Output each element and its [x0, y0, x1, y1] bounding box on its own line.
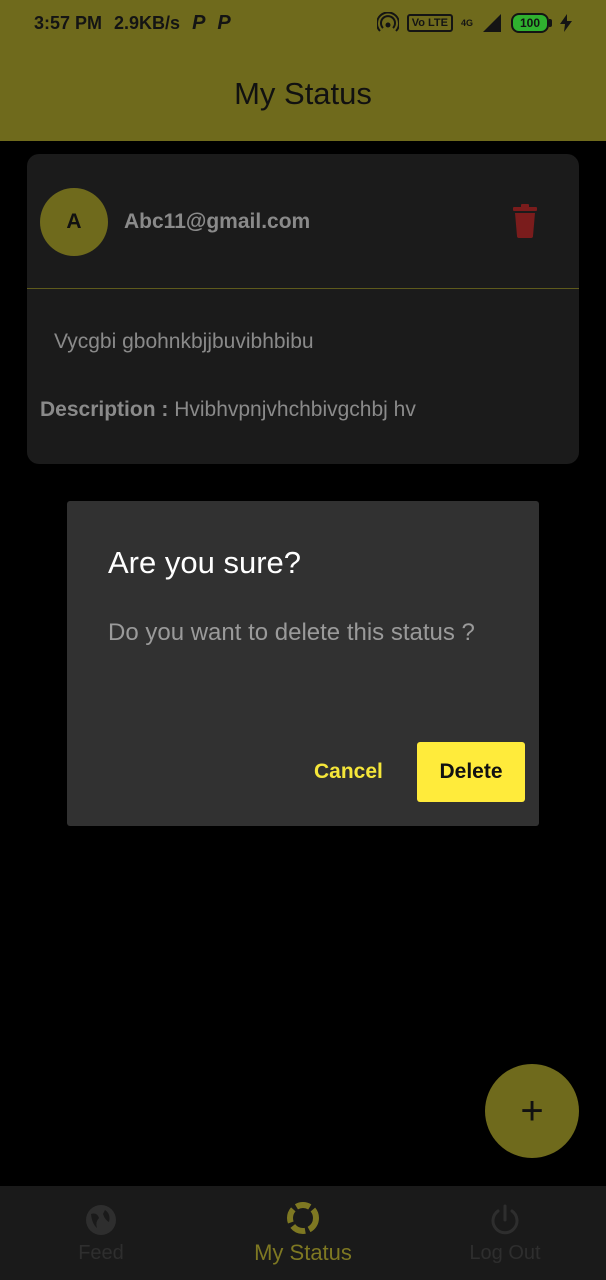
charging-icon [560, 14, 572, 32]
nav-label-feed: Feed [78, 1241, 124, 1264]
page-title: My Status [234, 75, 372, 111]
signal-icon [483, 14, 501, 32]
status-text: Vycgbi gbohnkbjjbuvibhbibu [54, 330, 314, 353]
dialog-message: Do you want to delete this status ? [108, 619, 475, 646]
nav-label-log-out: Log Out [469, 1241, 541, 1264]
battery-level: 100 [511, 13, 549, 33]
nav-label-my-status: My Status [254, 1240, 352, 1265]
volte-badge: Vo LTE [406, 14, 453, 32]
plus-icon: + [520, 1088, 544, 1133]
trash-icon[interactable] [511, 204, 539, 238]
hotspot-icon [376, 12, 399, 32]
screen: 3:57 PM 2.9KB/s P P Vo LTE 4G 100 My Sta… [0, 0, 606, 1280]
status-card: A Abc11@gmail.com Vycgbi gbohnkbjjbuvibh… [27, 154, 579, 464]
network-type: 4G [460, 18, 473, 28]
p-notification-icon: P [192, 11, 206, 34]
battery-icon: 100 [511, 13, 552, 33]
card-divider [27, 288, 579, 289]
system-status-bar: 3:57 PM 2.9KB/s P P Vo LTE 4G 100 [0, 0, 606, 46]
clock: 3:57 PM [34, 12, 103, 33]
globe-icon [86, 1204, 116, 1235]
app-bar: My Status [0, 46, 606, 141]
nav-item-feed[interactable]: Feed [0, 1186, 202, 1280]
avatar: A [40, 188, 108, 256]
delete-confirm-dialog: Are you sure? Do you want to delete this… [67, 501, 539, 826]
add-status-button[interactable]: + [485, 1064, 579, 1158]
bottom-nav: Feed My Status Log Out [0, 1186, 606, 1280]
description-value: Hvibhvpnjvhchbivgchbj hv [174, 398, 416, 421]
nav-item-my-status[interactable]: My Status [202, 1186, 404, 1280]
nav-item-log-out[interactable]: Log Out [404, 1186, 606, 1280]
network-speed: 2.9KB/s [114, 12, 181, 33]
user-email: Abc11@gmail.com [124, 210, 311, 233]
dialog-title: Are you sure? [108, 545, 301, 580]
description-label: Description : [40, 398, 175, 421]
power-icon [491, 1204, 519, 1234]
delete-button[interactable]: Delete [417, 742, 525, 802]
p-notification-icon-2: P [217, 11, 231, 34]
cancel-button[interactable]: Cancel [297, 742, 400, 802]
status-ring-icon [287, 1202, 319, 1234]
description-row: Description : Hvibhvpnjvhchbivgchbj hv [40, 398, 416, 422]
